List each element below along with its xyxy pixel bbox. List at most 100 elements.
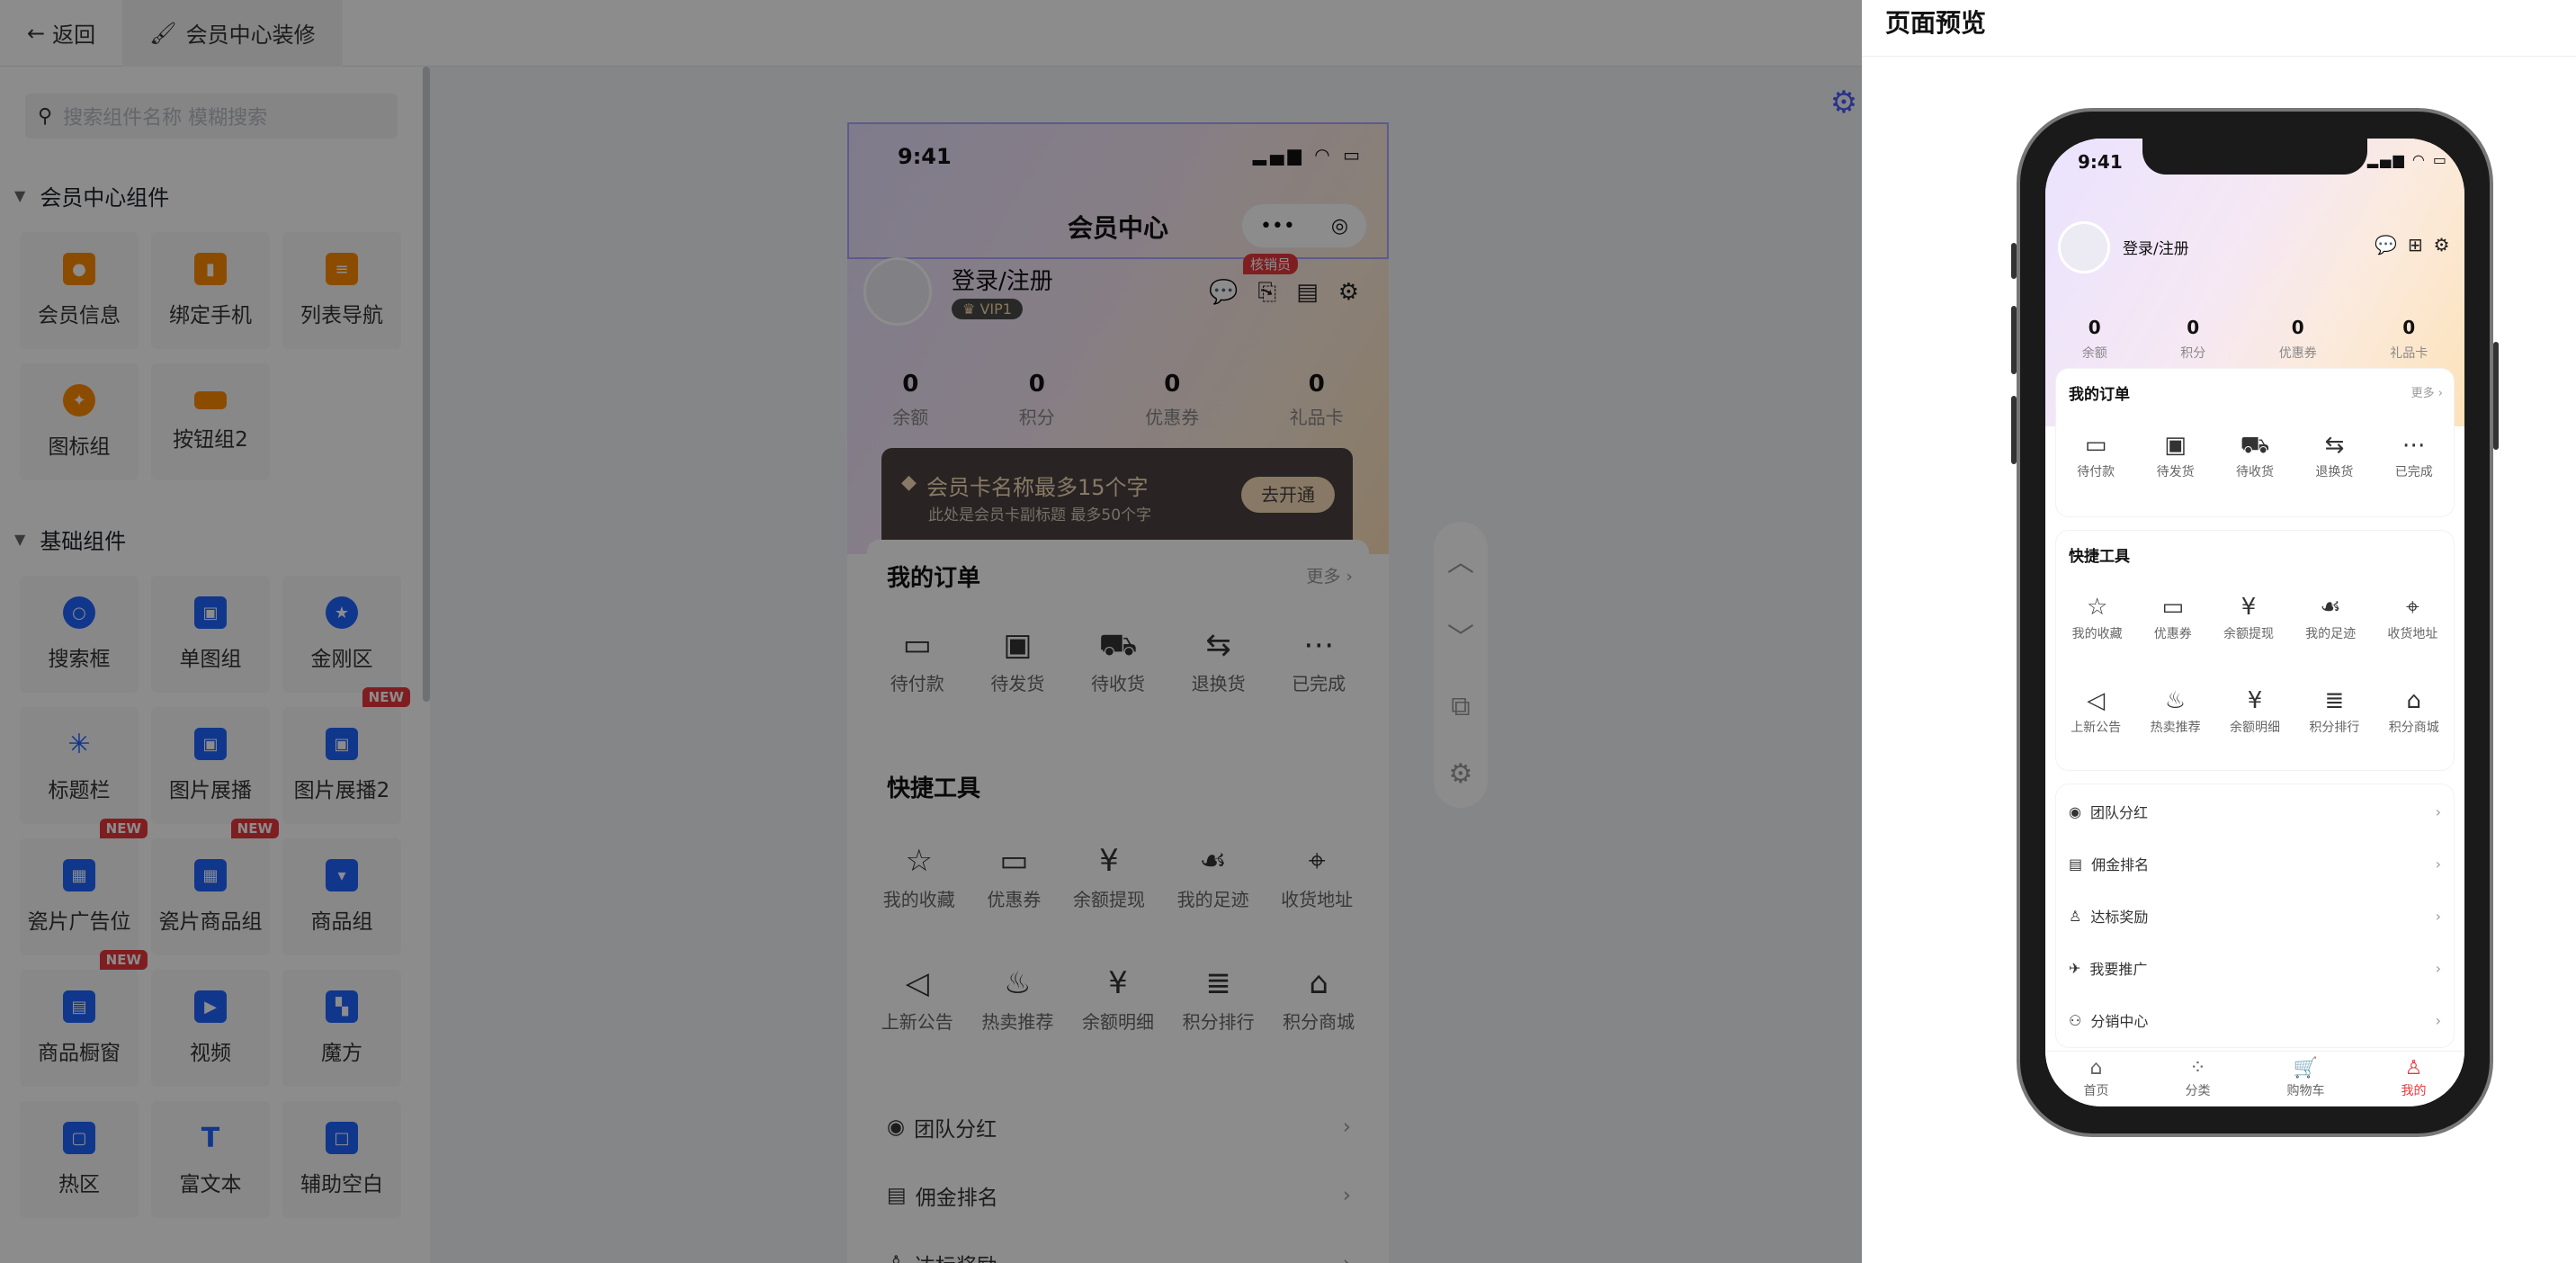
more-label: 更多 [2411,387,2435,400]
order-status-item[interactable]: ⋯ 已完成 [2395,434,2433,480]
tool-item[interactable]: ⌖ 收货地址 [2387,596,2437,642]
footprint-icon: ☙ [2320,594,2341,621]
orders-icon-row: ▭ 待付款 ▣ 待发货 ⛟ 待收货 ⇆ 退换货 ⋯ 已完成 [2056,434,2454,480]
tab-cart[interactable]: 🛒 购物车 [2287,1052,2325,1106]
tab-label: 我的 [2401,1084,2427,1098]
tool-label: 我的足迹 [2305,627,2357,641]
tab-mine[interactable]: ♙ 我的 [2402,1052,2427,1106]
stat-label: 礼品卡 [2390,346,2428,361]
stat-item[interactable]: 0 积分 [2180,317,2205,362]
login-register-link[interactable]: 登录/注册 [2123,236,2189,258]
tool-label: 积分排行 [2309,721,2360,735]
tool-item[interactable]: ☆ 我的收藏 [2072,596,2123,642]
order-status-item[interactable]: ⛟ 待收货 [2236,434,2274,480]
reward-icon: ♙ [2069,907,2082,925]
avatar[interactable] [2058,221,2110,273]
drawer-title: 页面预览 [1885,8,1987,38]
stat-item[interactable]: 0 余额 [2082,317,2107,362]
promote-icon: ✈ [2069,959,2081,977]
tool-item[interactable]: ≣ 积分排行 [2309,689,2359,736]
order-label: 待付款 [2077,465,2115,479]
tools-row-1: ☆ 我的收藏 ▭ 优惠券 ¥ 余额提现 ☙ 我的足迹 ⌖ 收货地址 [2056,596,2454,642]
tool-label: 余额提现 [2223,627,2274,641]
wallet-icon: ▭ [2084,432,2107,459]
phone-screen: 9:41 ▂▄▆ ◠ ▭ 登录/注册 💬 ⊞ ⚙ 0 余额 0 积分 0 优惠券 0 礼… [2045,139,2464,1106]
chevron-right-icon: › [2435,959,2441,977]
phone-side-button [2493,342,2499,450]
stat-value: 0 [2402,317,2416,338]
member-stats: 0 余额 0 积分 0 优惠券 0 礼品卡 [2045,317,2464,362]
divider [1862,56,2576,57]
withdraw-icon: ¥ [2241,594,2257,621]
tab-label: 首页 [2083,1084,2109,1098]
distribution-icon: ⚇ [2069,1011,2082,1029]
stat-label: 积分 [2180,346,2206,361]
tab-category[interactable]: ⁘ 分类 [2186,1052,2211,1106]
megaphone-icon: ◁ [2087,687,2106,714]
tab-home[interactable]: ⌂ 首页 [2084,1052,2109,1106]
commission-icon: ▤ [2069,855,2083,873]
list-label: 团队分红 [2089,804,2148,821]
nav-list-card: ◉ 团队分红 › ▤ 佣金排名 › ♙ 达标奖励 › ✈ 我要推广 › ⚇ 分销中心 › [2056,784,2454,1047]
list-item[interactable]: ♙ 达标奖励 › [2069,905,2441,927]
tool-item[interactable]: ¥ 余额明细 [2230,689,2280,736]
stat-value: 0 [2291,317,2304,338]
star-icon: ☆ [2086,594,2108,621]
tool-label: 上新公告 [2071,721,2122,735]
flame-icon: ♨ [2164,687,2187,714]
order-status-item[interactable]: ▭ 待付款 [2077,434,2115,480]
tool-item[interactable]: ⌂ 积分商城 [2389,689,2439,736]
coupon-icon: ▭ [2161,594,2185,621]
tool-item[interactable]: ☙ 我的足迹 [2305,596,2356,642]
chevron-right-icon: › [2435,1011,2441,1029]
stat-item[interactable]: 0 礼品卡 [2390,317,2428,362]
user-icon: ♙ [2404,1057,2423,1079]
tool-label: 收货地址 [2387,627,2438,641]
stat-label: 余额 [2081,346,2107,361]
list-label: 分销中心 [2090,1013,2149,1030]
stat-item[interactable]: 0 优惠券 [2279,317,2317,362]
list-label: 达标奖励 [2090,909,2149,926]
preview-drawer: 页面预览 9:41 ▂▄▆ ◠ ▭ 登录/注册 💬 ⊞ ⚙ 0 余额 0 积分 0 优… [1862,0,2576,1263]
tool-item[interactable]: ¥ 余额提现 [2223,596,2274,642]
tool-label: 我的收藏 [2071,627,2123,641]
message-icon[interactable]: 💬 [2375,234,2397,255]
list-item[interactable]: ◉ 团队分红 › [2069,801,2441,822]
stat-value: 0 [2187,317,2200,338]
tab-bar: ⌂ 首页 ⁘ 分类 🛒 购物车 ♙ 我的 [2045,1051,2464,1106]
list-item[interactable]: ▤ 佣金排名 › [2069,853,2441,874]
phone-notch [2142,139,2367,175]
order-label: 待发货 [2156,465,2195,479]
tool-label: 余额明细 [2229,721,2280,735]
location-icon: ⌖ [2406,594,2419,621]
phone-mockup: 9:41 ▂▄▆ ◠ ▭ 登录/注册 💬 ⊞ ⚙ 0 余额 0 积分 0 优惠券 0 礼… [2017,108,2493,1137]
tab-label: 购物车 [2286,1084,2325,1098]
header-icons: 💬 ⊞ ⚙ [2375,234,2450,255]
order-status-item[interactable]: ⇆ 退换货 [2315,434,2353,480]
package-icon: ▣ [2164,432,2187,459]
orders-card: 我的订单 更多 › ▭ 待付款 ▣ 待发货 ⛟ 待收货 ⇆ 退换货 ⋯ 已完成 [2056,369,2454,516]
settings-icon[interactable]: ⚙ [2434,234,2450,255]
tool-item[interactable]: ▭ 优惠券 [2154,596,2192,642]
modal-backdrop[interactable] [0,0,1862,1263]
stat-value: 0 [2088,317,2101,338]
tool-label: 积分商城 [2388,721,2439,735]
truck-icon: ⛟ [2240,432,2270,459]
grid-icon: ⁘ [2189,1057,2206,1079]
list-item[interactable]: ⚇ 分销中心 › [2069,1009,2441,1031]
balance-detail-icon: ¥ [2247,687,2263,714]
order-status-item[interactable]: ▣ 待发货 [2157,434,2195,480]
return-icon: ⇆ [2324,432,2345,459]
chevron-right-icon: › [2435,907,2441,925]
tool-item[interactable]: ◁ 上新公告 [2071,689,2121,736]
tool-item[interactable]: ♨ 热卖推荐 [2151,689,2201,736]
status-icons: ▂▄▆ ◠ ▭ [2366,151,2448,168]
grid-icon[interactable]: ⊞ [2408,234,2423,255]
order-label: 退换货 [2315,465,2354,479]
tools-row-2: ◁ 上新公告 ♨ 热卖推荐 ¥ 余额明细 ≣ 积分排行 ⌂ 积分商城 [2056,689,2454,736]
chevron-right-icon: › [2435,855,2441,873]
orders-more-link[interactable]: 更多 › [2411,383,2443,400]
list-item[interactable]: ✈ 我要推广 › [2069,957,2441,979]
tab-label: 分类 [2185,1084,2211,1098]
cart-icon: 🛒 [2293,1057,2319,1079]
